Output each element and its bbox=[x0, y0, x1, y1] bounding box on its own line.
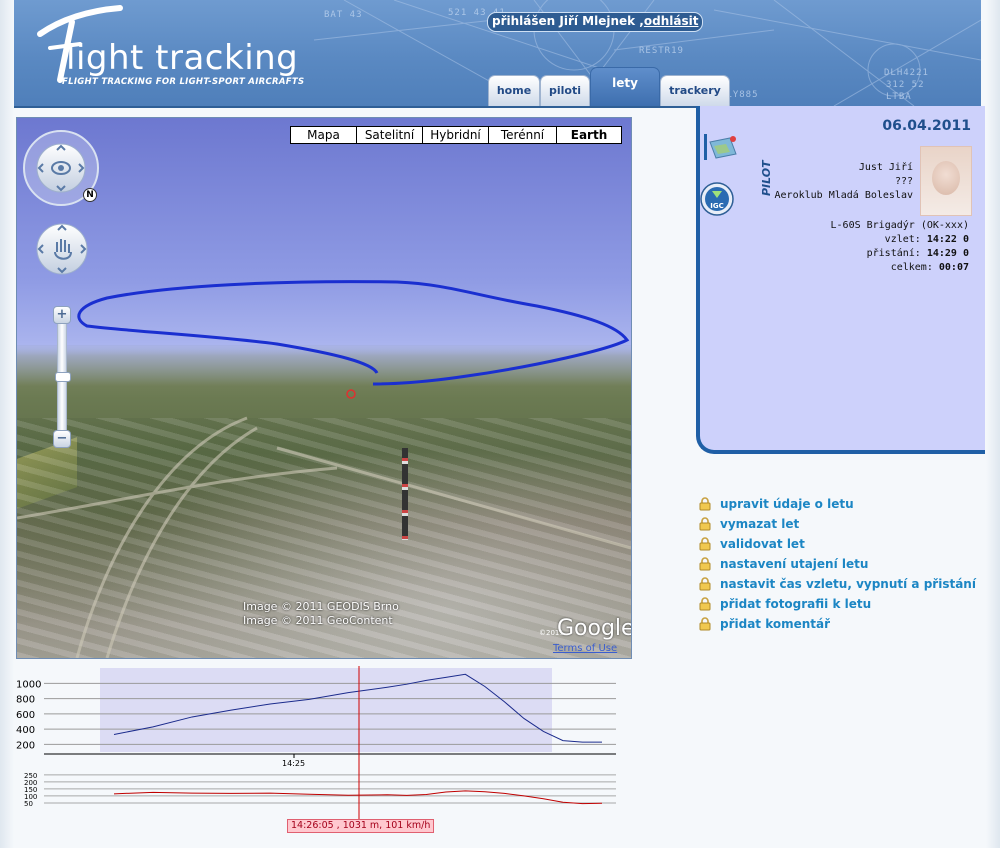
lock-icon bbox=[699, 557, 711, 571]
pilot-vertical-label: PILOT bbox=[760, 160, 773, 196]
lock-icon bbox=[699, 577, 711, 591]
landing-label: přistání: bbox=[866, 248, 921, 259]
pilot-extra: ??? bbox=[894, 176, 913, 187]
lock-icon bbox=[699, 597, 711, 611]
zoom-out-button[interactable]: − bbox=[53, 430, 71, 448]
flight-date: 06.04.2011 bbox=[882, 118, 971, 134]
map-type-earth[interactable]: Earth bbox=[556, 126, 622, 144]
pilot-club: Aeroklub Mladá Boleslav bbox=[774, 190, 913, 201]
igc-label: IGC bbox=[710, 202, 724, 210]
atc-label: BAT 43 bbox=[324, 10, 363, 20]
action-link[interactable]: přidat komentář bbox=[720, 617, 830, 631]
atc-label: DLH4221 bbox=[884, 68, 929, 78]
map-type-mapa[interactable]: Mapa bbox=[290, 126, 357, 144]
lock-icon bbox=[699, 537, 711, 551]
map-type-hybridni[interactable]: Hybridní bbox=[422, 126, 489, 144]
flight-actions: upravit údaje o letu vymazat let validovat… bbox=[698, 494, 983, 634]
track-line bbox=[77, 280, 630, 386]
takeoff-label: vzlet: bbox=[884, 234, 921, 245]
speed-tick-label: 50 bbox=[24, 800, 33, 808]
total-row: celkem: 00:07 bbox=[891, 262, 969, 273]
lock-icon bbox=[699, 517, 711, 531]
altitude-tick-label: 800 bbox=[16, 695, 35, 706]
altitude-tick-label: 200 bbox=[16, 740, 35, 751]
action-link[interactable]: přidat fotografii k letu bbox=[720, 597, 871, 611]
altitude-tick-label: 1000 bbox=[16, 679, 41, 690]
position-marker-icon bbox=[346, 389, 356, 399]
total-time: 00:07 bbox=[938, 262, 969, 273]
takeoff-clock-icon[interactable]: 0 bbox=[963, 234, 969, 245]
igc-download-icon[interactable]: IGC bbox=[700, 182, 734, 216]
logout-link[interactable]: odhlásit bbox=[644, 14, 699, 28]
map-type-terenni[interactable]: Terénní bbox=[488, 126, 557, 144]
lock-icon bbox=[699, 617, 711, 631]
copyright-line-1: Image © 2011 GEODIS Brno bbox=[243, 600, 399, 613]
copyright-line-2: Image © 2011 GeoContent bbox=[243, 614, 393, 627]
action-link[interactable]: upravit údaje o letu bbox=[720, 497, 854, 511]
flight-track-3d[interactable] bbox=[17, 118, 631, 658]
lock-icon bbox=[699, 497, 711, 511]
takeoff-row: vzlet: 14:22 0 bbox=[885, 234, 969, 245]
speed-line bbox=[113, 790, 603, 805]
zoom-in-button[interactable]: + bbox=[53, 306, 71, 324]
terms-of-use-link[interactable]: Terms of Use bbox=[553, 643, 617, 654]
action-link[interactable]: validovat let bbox=[720, 537, 805, 551]
logo-title[interactable]: light tracking bbox=[66, 38, 298, 78]
flight-info-panel: 06.04.2011 IGC PILOT Just Jiří ??? Aerok… bbox=[696, 106, 985, 454]
atc-label: 312 52 bbox=[886, 80, 925, 90]
action-item[interactable]: upravit údaje o letu bbox=[698, 494, 983, 514]
google-logo: Google bbox=[557, 616, 632, 641]
flight-map-earth-view[interactable]: N + − Mapa Satelitní Hybridní Terénní Ea… bbox=[16, 117, 632, 659]
total-label: celkem: bbox=[890, 262, 933, 273]
altitude-tick-label: 600 bbox=[16, 710, 35, 721]
landing-row: přistání: 14:29 0 bbox=[867, 248, 969, 259]
tab-trackery[interactable]: trackery bbox=[660, 75, 730, 106]
map-export-icon[interactable] bbox=[704, 134, 738, 160]
action-item[interactable]: nastavit čas vzletu, vypnutí a přistání bbox=[698, 574, 983, 594]
atc-label: LTBA bbox=[886, 92, 912, 102]
map-type-selector: Mapa Satelitní Hybridní Terénní Earth bbox=[290, 126, 622, 144]
action-item[interactable]: přidat fotografii k letu bbox=[698, 594, 983, 614]
atc-label: RESTR19 bbox=[639, 46, 684, 56]
tab-piloti[interactable]: piloti bbox=[540, 75, 590, 106]
tab-home[interactable]: home bbox=[488, 75, 540, 106]
action-item[interactable]: validovat let bbox=[698, 534, 983, 554]
site-header: 521 43 41 RESTR19 DLH4221 312 52 LTBA EL… bbox=[14, 0, 981, 108]
pan-control[interactable] bbox=[35, 222, 89, 276]
selection-band bbox=[100, 668, 552, 752]
action-link[interactable]: vymazat let bbox=[720, 517, 799, 531]
action-item[interactable]: vymazat let bbox=[698, 514, 983, 534]
pilot-name: Just Jiří bbox=[858, 162, 913, 173]
action-item[interactable]: přidat komentář bbox=[698, 614, 983, 634]
logo-subtitle: FLIGHT TRACKING FOR LIGHT-SPORT AIRCRAFT… bbox=[62, 77, 305, 87]
time-tick-label: 14:25 bbox=[282, 759, 305, 768]
zoom-slider-handle[interactable] bbox=[55, 372, 71, 382]
map-type-satelitni[interactable]: Satelitní bbox=[356, 126, 423, 144]
action-link[interactable]: nastavení utajení letu bbox=[720, 557, 868, 571]
action-item[interactable]: nastavení utajení letu bbox=[698, 554, 983, 574]
login-user-text: přihlášen Jiří Mlejnek , bbox=[492, 14, 644, 28]
compass-north-icon[interactable]: N bbox=[83, 188, 97, 202]
action-link[interactable]: nastavit čas vzletu, vypnutí a přistání bbox=[720, 577, 976, 591]
aircraft: L-60S Brigadýr (OK-xxx) bbox=[830, 220, 969, 231]
cursor-readout: 14:26:05 , 1031 m, 101 km/h bbox=[287, 819, 435, 833]
login-status: přihlášen Jiří Mlejnek ,odhlásit bbox=[487, 12, 704, 32]
imagery-copyright: Image © 2011 GEODIS Brno Image © 2011 Ge… bbox=[243, 600, 399, 628]
altitude-tick-label: 400 bbox=[16, 725, 35, 736]
landing-clock-icon[interactable]: 0 bbox=[963, 248, 969, 259]
landing-time: 14:29 bbox=[926, 248, 957, 259]
tab-lety[interactable]: lety bbox=[590, 67, 660, 106]
pilot-avatar[interactable] bbox=[920, 146, 972, 216]
takeoff-time: 14:22 bbox=[926, 234, 957, 245]
